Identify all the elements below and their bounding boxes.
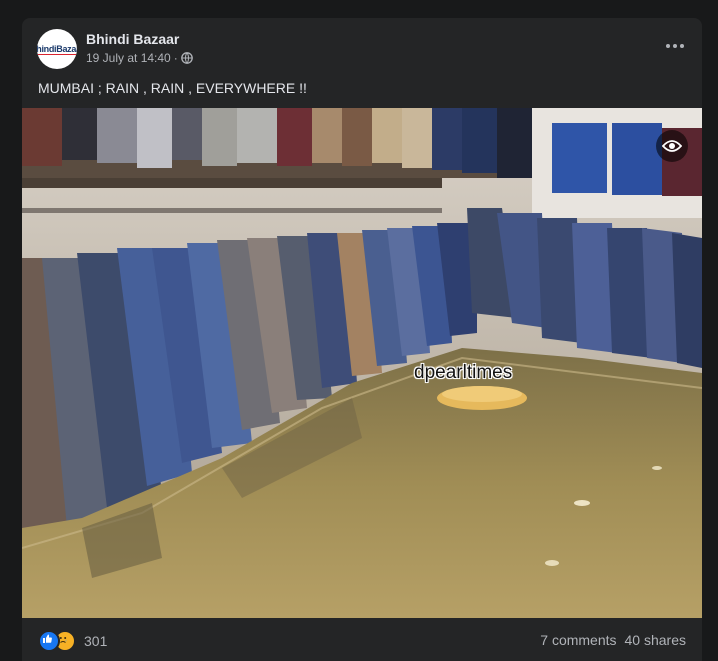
post-card: BhindiBazaar Bhindi Bazaar 19 July at 14… [22,18,702,661]
avatar-logo-text: BhindiBazaar [37,44,77,55]
shares-count[interactable]: 40 shares [625,632,686,648]
post-text: MUMBAI ; RAIN , RAIN , EVERYWHERE !! [38,80,307,96]
flooded-store-image [22,108,702,618]
eye-icon[interactable] [656,130,688,162]
photo-watermark: dpearltimes [414,362,513,383]
like-icon [38,630,60,652]
globe-icon [180,52,193,64]
comments-count[interactable]: 7 comments [540,632,616,648]
post-meta: 19 July at 14:40 · [86,51,193,65]
more-options-icon[interactable] [662,36,688,56]
reaction-count[interactable]: 301 [84,633,107,649]
post-timestamp[interactable]: 19 July at 14:40 [86,51,171,65]
reaction-summary[interactable]: 301 [38,630,107,652]
engagement-counts: 7 comments 40 shares [540,632,686,648]
page-name-link[interactable]: Bhindi Bazaar [86,31,179,47]
page-avatar[interactable]: BhindiBazaar [37,29,77,69]
post-photo[interactable]: dpearltimes [22,108,702,618]
meta-separator: · [173,51,178,65]
